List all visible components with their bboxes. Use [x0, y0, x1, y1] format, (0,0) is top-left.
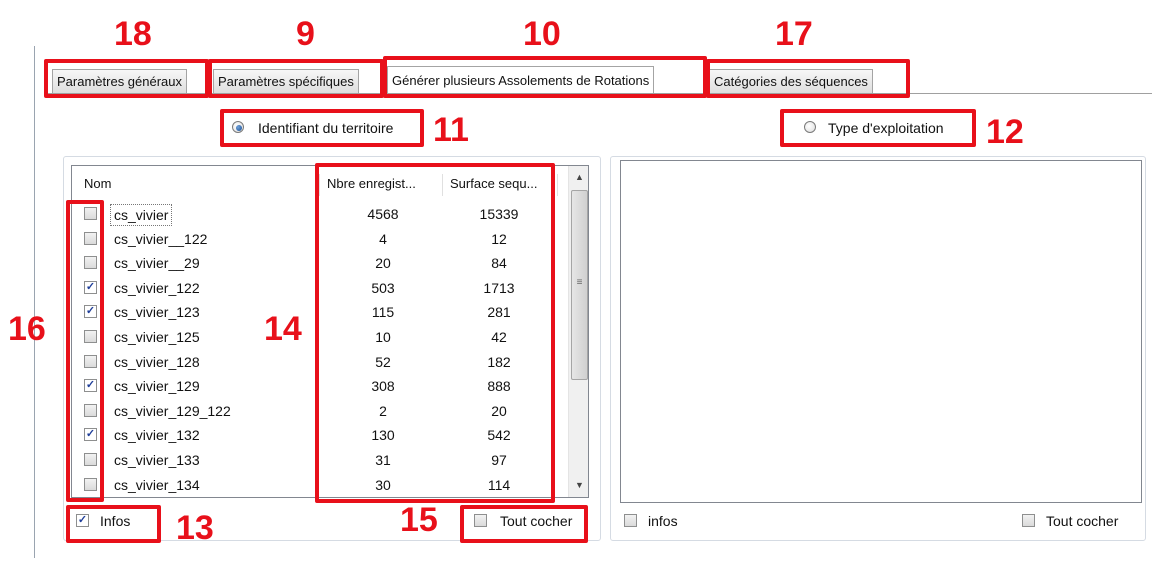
annotation-number-17: 17: [775, 15, 813, 53]
annotation-box-14: [315, 163, 555, 503]
annotation-number-11: 11: [433, 111, 469, 149]
grip-icon: ≡: [576, 277, 583, 288]
annotation-number-9: 9: [296, 15, 315, 53]
scroll-up-arrow-icon[interactable]: ▲: [569, 170, 588, 184]
tout-cocher-right-label: Tout cocher: [1046, 513, 1119, 529]
list-vertical-scrollbar[interactable]: ▲ ≡ ▼: [568, 166, 588, 497]
annotation-number-15: 15: [400, 501, 438, 539]
row-name: cs_vivier_129: [114, 378, 200, 395]
annotation-box-13: [66, 505, 161, 543]
annotation-number-12: 12: [986, 113, 1024, 151]
annotation-box-15: [460, 505, 588, 543]
annotation-box-10: [383, 56, 707, 98]
annotation-box-16: [66, 200, 104, 502]
row-name: cs_vivier__29: [114, 255, 200, 272]
annotation-number-18: 18: [114, 15, 152, 53]
row-name: cs_vivier_122: [114, 279, 200, 296]
tout-cocher-right-checkbox[interactable]: Tout cocher: [1018, 510, 1140, 532]
column-divider: [557, 174, 558, 196]
annotation-box-9: [208, 59, 384, 98]
annotation-box-17: [706, 59, 910, 98]
scrollbar-thumb[interactable]: ≡: [571, 190, 588, 380]
scroll-down-arrow-icon[interactable]: ▼: [569, 478, 588, 492]
annotation-number-16: 16: [8, 310, 46, 348]
row-name: cs_vivier_134: [114, 476, 200, 493]
column-header-nom[interactable]: Nom: [78, 172, 318, 196]
row-name: cs_vivier_123: [114, 304, 200, 321]
infos-right-box[interactable]: [624, 514, 637, 527]
annotation-box-11: [220, 109, 424, 147]
window-left-edge: [34, 46, 35, 558]
annotation-number-14: 14: [264, 310, 302, 348]
annotation-number-10: 10: [523, 15, 561, 53]
row-name: cs_vivier__122: [114, 230, 208, 247]
row-name: cs_vivier_132: [114, 427, 200, 444]
infos-right-label: infos: [648, 513, 678, 529]
annotation-number-13: 13: [176, 509, 214, 547]
annotation-box-18: [44, 59, 209, 98]
exploitation-listbox[interactable]: [620, 160, 1142, 503]
tout-cocher-right-box[interactable]: [1022, 514, 1035, 527]
row-name: cs_vivier: [110, 204, 173, 226]
annotation-box-12: [780, 109, 976, 147]
row-name: cs_vivier_128: [114, 353, 200, 370]
row-name: cs_vivier_125: [114, 329, 200, 345]
row-name: cs_vivier_129_122: [114, 402, 231, 419]
row-name: cs_vivier_133: [114, 452, 200, 468]
infos-right-checkbox[interactable]: infos: [622, 510, 692, 532]
